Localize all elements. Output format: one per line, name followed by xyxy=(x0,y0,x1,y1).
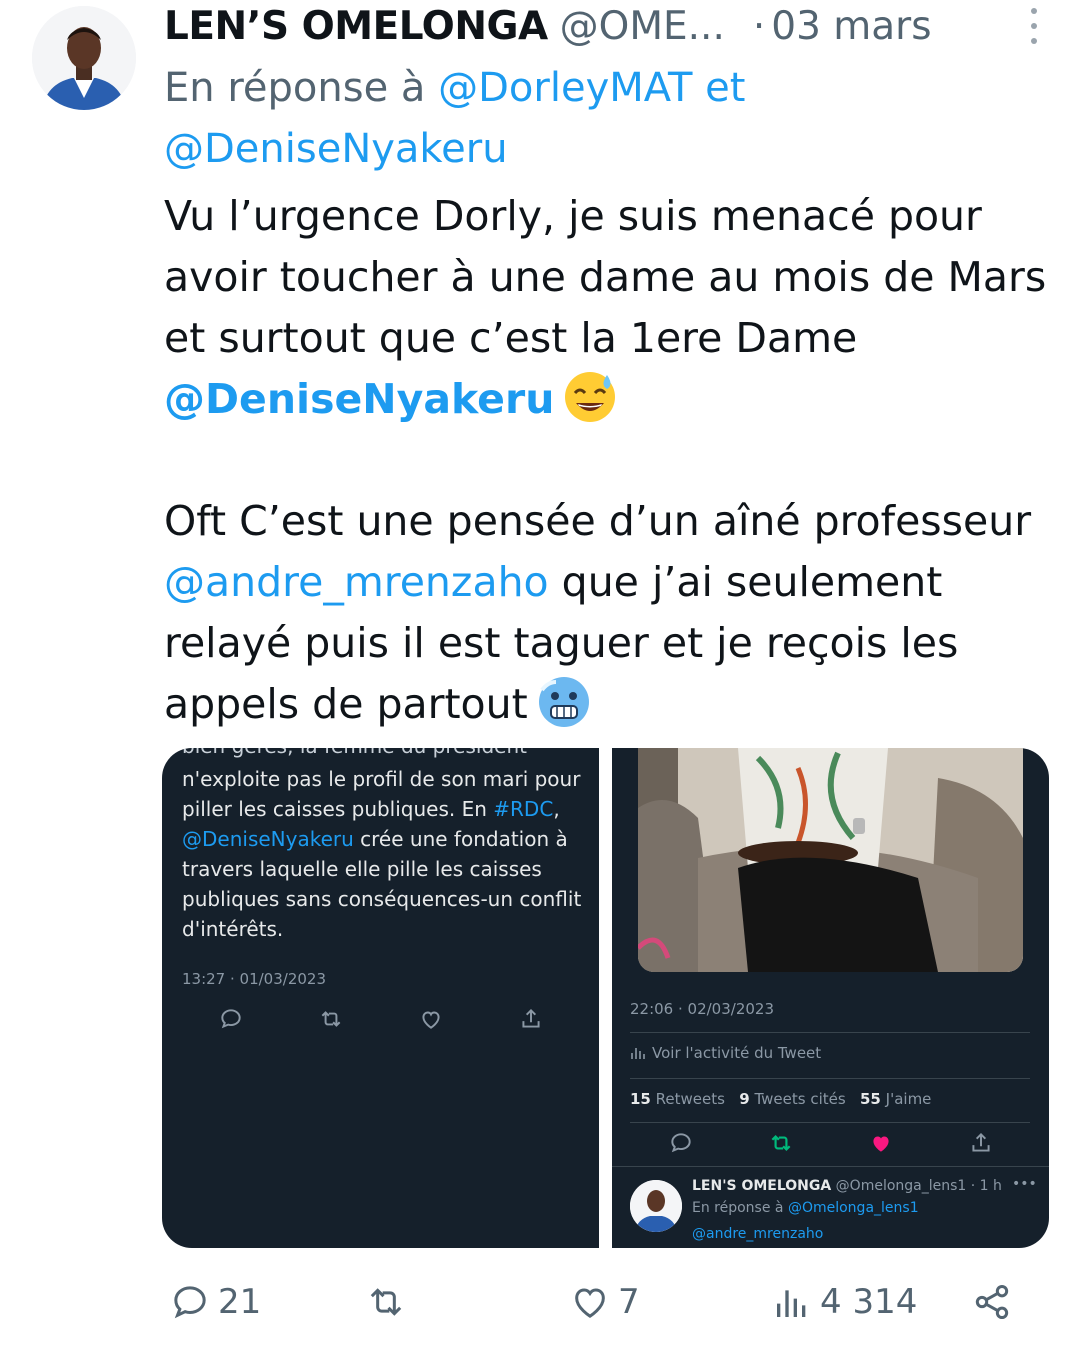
screenshot-actions xyxy=(218,1006,544,1032)
screenshot-reply-author: LEN'S OMELONGA @Omelonga_lens1 · 1 h xyxy=(692,1178,1002,1194)
divider xyxy=(630,1078,1030,1079)
retweets-label: Retweets xyxy=(655,1090,725,1108)
views-button[interactable]: 4 314 xyxy=(772,1272,917,1332)
author-handle[interactable]: @OME... xyxy=(560,4,725,49)
tweet-line: Vu l’urgence Dorly, je suis menacé pour xyxy=(164,192,982,240)
text-mention-andre-mrenzaho[interactable]: @andre_mrenzaho xyxy=(164,558,549,606)
retweet-button[interactable] xyxy=(366,1272,414,1332)
media-screenshot-left[interactable]: bien gérés, la femme du président n'expl… xyxy=(162,748,599,1248)
screenshot-hashtag: #RDC xyxy=(493,797,554,821)
divider xyxy=(630,1032,1030,1033)
reply-context: En réponse à @DorleyMAT et @DeniseNyaker… xyxy=(164,58,1044,180)
likes-label: J'aime xyxy=(885,1090,932,1108)
header-separator: · xyxy=(752,3,766,49)
reply-icon xyxy=(221,1009,241,1029)
tweet-line: relayé puis il est taguer et je reçois l… xyxy=(164,619,959,667)
screenshot-actions xyxy=(668,1130,994,1156)
analytics-icon xyxy=(777,1290,806,1317)
tweet-line-text: appels de partout xyxy=(164,680,528,728)
screenshot-line: , xyxy=(553,797,560,821)
tweet-line: et surtout que c’est la 1ere Dame xyxy=(164,314,858,362)
likes-count: 55 xyxy=(860,1090,881,1108)
media-screenshot-right[interactable]: 22:06 · 02/03/2023 Voir l'activité du Tw… xyxy=(612,748,1049,1248)
reply-icon xyxy=(671,1133,691,1153)
tweet-line: @DeniseNyakeru xyxy=(164,369,1064,430)
reply-mention-denisenyakeru[interactable]: @DeniseNyakeru xyxy=(164,126,508,172)
screenshot-more-icon: ••• xyxy=(1012,1176,1037,1192)
screenshot-stats-row: 15 Retweets 9 Tweets cités 55 J'aime xyxy=(630,1090,931,1108)
tweet-date[interactable]: 03 mars xyxy=(771,4,931,49)
screenshot-photo xyxy=(638,748,1023,972)
tweet-media[interactable]: bien gérés, la femme du président n'expl… xyxy=(162,748,1049,1248)
like-count: 7 xyxy=(618,1282,640,1322)
screenshot-reply-avatar xyxy=(630,1180,682,1232)
reply-count: 21 xyxy=(218,1282,262,1322)
screenshot-line: publiques sans conséquences-un conflit xyxy=(182,887,582,911)
screenshot-line: crée une fondation à xyxy=(353,827,568,851)
quotes-count: 9 xyxy=(739,1090,750,1108)
screenshot-reply-author-handle: @Omelonga_lens1 · 1 h xyxy=(835,1178,1002,1194)
cold-face-emoji xyxy=(538,677,589,727)
tweet-text: Vu l’urgence Dorly, je suis menacé pour … xyxy=(164,186,1064,735)
screenshot-activity-label: Voir l'activité du Tweet xyxy=(652,1044,822,1062)
tweet-line: Oft C’est une pensée d’un aîné professeu… xyxy=(164,497,1032,545)
divider xyxy=(630,1122,1030,1123)
text-mention-denisenyakeru[interactable]: @DeniseNyakeru xyxy=(164,375,554,423)
tweet-header: LEN’S OMELONGA @OME... · 03 mars xyxy=(164,2,1044,50)
screenshot-mention: @DeniseNyakeru xyxy=(182,827,354,851)
tweet-line-rest: que j’ai seulement xyxy=(548,558,943,606)
reply-icon xyxy=(174,1286,206,1319)
screenshot-timestamp: 22:06 · 02/03/2023 xyxy=(630,1000,774,1018)
like-icon xyxy=(575,1288,605,1318)
share-icon xyxy=(522,1008,540,1028)
tweet-line: avoir toucher à une dame au mois de Mars xyxy=(164,253,1047,301)
analytics-icon xyxy=(631,1048,645,1059)
screenshot-tweet-text: n'exploite pas le profil de son mari pou… xyxy=(182,764,592,944)
like-button[interactable]: 7 xyxy=(570,1272,640,1332)
views-count: 4 314 xyxy=(820,1282,918,1322)
retweets-count: 15 xyxy=(630,1090,651,1108)
tweet-line: @andre_mrenzaho que j’ai seulement xyxy=(164,552,1064,613)
reply-mention-dorleymat[interactable]: @DorleyMAT xyxy=(438,65,692,111)
more-options-icon[interactable] xyxy=(1024,8,1044,44)
like-icon xyxy=(422,1011,440,1029)
screenshot-reply-context: En réponse à @Omelonga_lens1 xyxy=(692,1200,919,1216)
quotes-label: Tweets cités xyxy=(754,1090,846,1108)
author-avatar[interactable] xyxy=(32,6,136,110)
share-button[interactable] xyxy=(972,1272,1012,1332)
author-name[interactable]: LEN’S OMELONGA xyxy=(164,4,548,49)
retweet-icon xyxy=(321,1011,341,1027)
tweet-action-bar: 21 7 4 314 xyxy=(164,1272,1024,1332)
screenshot-timestamp: 13:27 · 01/03/2023 xyxy=(182,970,326,988)
screenshot-line: piller les caisses publiques. En xyxy=(182,797,494,821)
tweet-line: appels de partout xyxy=(164,674,1064,735)
screenshot-line: d'intérêts. xyxy=(182,917,284,941)
sweat-smile-emoji xyxy=(565,372,616,422)
divider xyxy=(612,1166,1049,1167)
retweet-icon xyxy=(771,1134,791,1152)
screenshot-activity-row: Voir l'activité du Tweet xyxy=(630,1044,821,1062)
screenshot-reply-mention: @Omelonga_lens1 xyxy=(787,1200,919,1216)
reply-button[interactable]: 21 xyxy=(170,1272,261,1332)
reply-conjunction: et xyxy=(705,65,746,111)
screenshot-cut-line: bien gérés, la femme du président xyxy=(182,748,527,758)
reply-prefix: En réponse à xyxy=(164,65,426,111)
screenshot-reply-author-name: LEN'S OMELONGA xyxy=(692,1178,832,1194)
screenshot-line: n'exploite pas le profil de son mari pou… xyxy=(182,767,581,791)
share-icon xyxy=(972,1132,990,1152)
retweet-icon xyxy=(370,1288,402,1316)
screenshot-reply-text-mention: @andre_mrenzaho xyxy=(692,1226,824,1242)
screenshot-reply-prefix: En réponse à xyxy=(692,1200,784,1216)
share-icon xyxy=(975,1285,1009,1319)
like-icon xyxy=(873,1136,889,1152)
screenshot-line: travers laquelle elle pille les caisses xyxy=(182,857,542,881)
